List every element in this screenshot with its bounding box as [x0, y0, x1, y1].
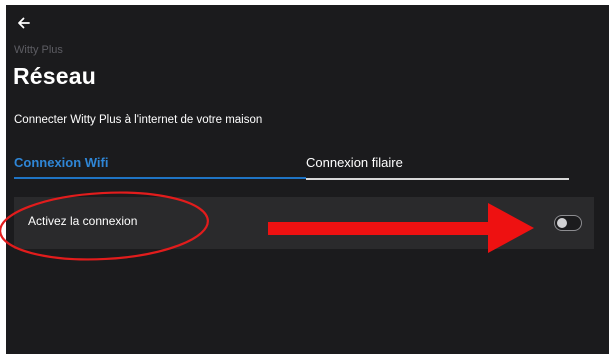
arrow-left-icon	[18, 17, 30, 29]
tab-divider	[306, 178, 569, 180]
toggle-knob	[557, 218, 567, 228]
back-button[interactable]	[14, 13, 34, 33]
enable-connection-row: Activez la connexion	[14, 197, 594, 249]
app-name: Witty Plus	[14, 44, 63, 56]
tab-wifi-label: Connexion Wifi	[14, 155, 109, 170]
tab-wired-label: Connexion filaire	[306, 155, 403, 170]
enable-connection-label: Activez la connexion	[28, 214, 138, 228]
page-title: Réseau	[13, 63, 97, 89]
enable-connection-toggle[interactable]	[554, 215, 582, 231]
active-tab-indicator	[14, 177, 306, 179]
network-settings-screen: Witty Plus Réseau Connecter Witty Plus à…	[6, 5, 609, 354]
page-subtitle: Connecter Witty Plus à l'internet de vot…	[14, 114, 263, 126]
